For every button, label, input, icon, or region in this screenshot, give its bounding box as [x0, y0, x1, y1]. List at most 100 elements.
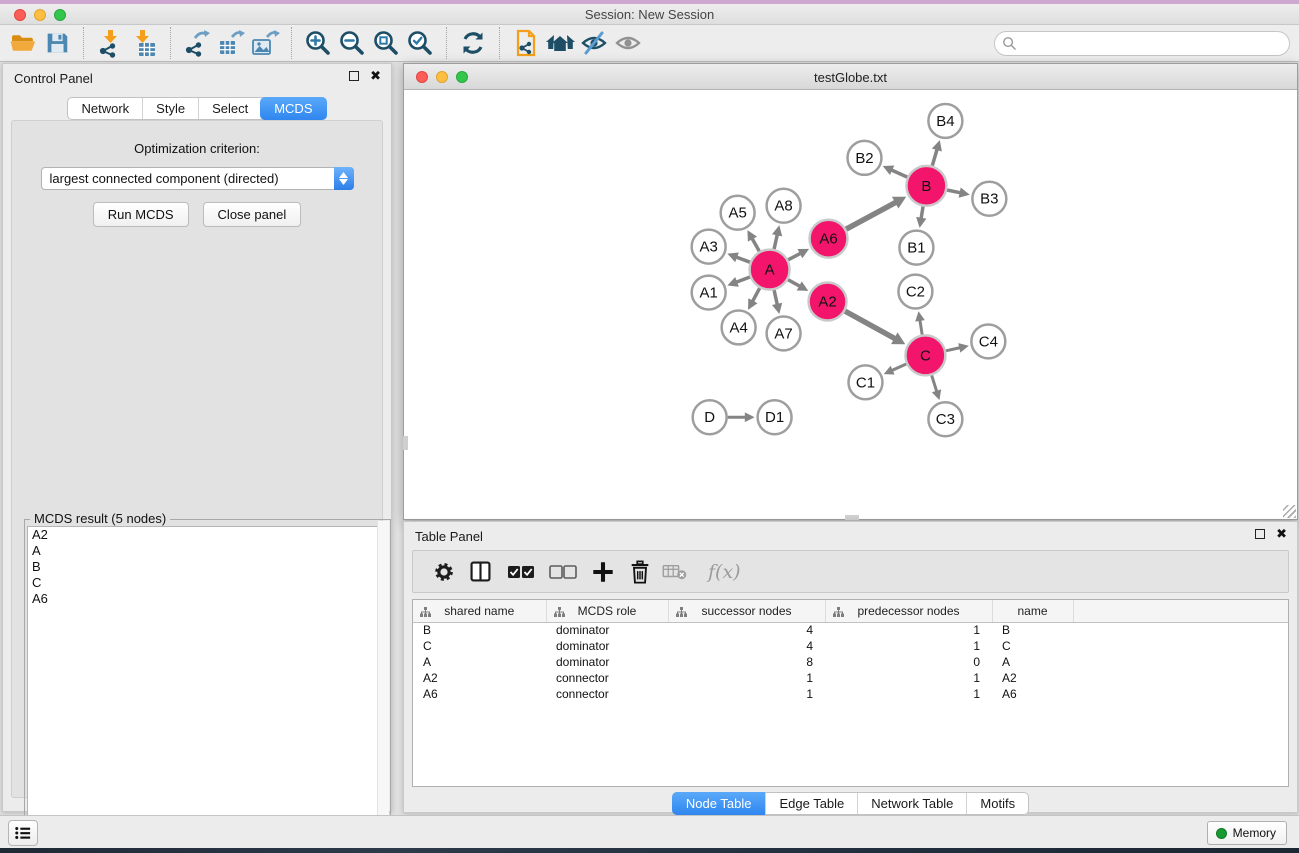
table-cell[interactable]: 4 [668, 622, 825, 638]
table-cell[interactable]: B [992, 622, 1073, 638]
close-panel-icon[interactable]: ✖ [1276, 529, 1287, 539]
zoom-out-icon[interactable] [335, 27, 369, 59]
tab-select[interactable]: Select [198, 98, 261, 119]
network-canvas[interactable]: B4B2BB3A8A5A6A3B1AA1C2A2A4A7C4CC1C3DD1 [405, 90, 1296, 518]
graph-edge[interactable] [946, 348, 960, 351]
graph-node-C[interactable]: C [905, 335, 945, 375]
table-row[interactable]: Bdominator41B [413, 622, 1288, 638]
mcds-result-item[interactable]: C [28, 575, 387, 591]
table-cell[interactable]: 1 [668, 686, 825, 702]
graph-node-A3[interactable]: A3 [692, 230, 726, 264]
graph-edge[interactable] [752, 288, 759, 302]
memory-button[interactable]: Memory [1207, 821, 1287, 845]
list-scrollbar[interactable] [377, 521, 389, 852]
run-mcds-button[interactable]: Run MCDS [93, 202, 189, 227]
graph-edge[interactable] [736, 257, 750, 262]
graph-edge[interactable] [932, 149, 937, 166]
table-cell[interactable]: dominator [546, 654, 668, 670]
table-cell[interactable]: 1 [825, 638, 992, 654]
close-panel-icon[interactable]: ✖ [370, 71, 381, 81]
graph-node-A5[interactable]: A5 [721, 196, 755, 230]
graph-node-A8[interactable]: A8 [767, 189, 801, 223]
criterion-select[interactable]: largest connected component (directed) [41, 167, 354, 190]
table-cell[interactable]: dominator [546, 622, 668, 638]
import-table-icon[interactable] [127, 27, 161, 59]
network-window-title-bar[interactable]: testGlobe.txt [404, 64, 1297, 90]
table-cell[interactable]: A [992, 654, 1073, 670]
mcds-result-item[interactable]: A2 [28, 527, 387, 543]
graph-node-C4[interactable]: C4 [971, 324, 1005, 358]
graph-edge[interactable] [788, 280, 800, 287]
table-options-gear-icon[interactable] [428, 556, 460, 588]
tab-node-table[interactable]: Node Table [672, 792, 766, 815]
graph-edge[interactable] [736, 277, 750, 282]
mcds-result-item[interactable]: A [28, 543, 387, 559]
graph-node-A7[interactable]: A7 [767, 316, 801, 350]
table-cell[interactable]: 8 [668, 654, 825, 670]
graph-edge[interactable] [752, 238, 759, 251]
graph-edge[interactable] [947, 190, 961, 193]
graph-node-A1[interactable]: A1 [692, 276, 726, 310]
search-input[interactable] [1017, 34, 1289, 54]
graph-edge[interactable] [774, 290, 777, 305]
graph-node-D1[interactable]: D1 [758, 400, 792, 434]
table-cell[interactable]: C [413, 638, 546, 654]
graph-node-B4[interactable]: B4 [928, 104, 962, 138]
select-all-rows-icon[interactable] [500, 556, 542, 588]
deselect-all-rows-icon[interactable] [542, 556, 584, 588]
table-row[interactable]: Adominator80A [413, 654, 1288, 670]
table-cell[interactable]: 1 [825, 670, 992, 686]
graph-edge[interactable] [921, 206, 923, 218]
table-cell[interactable]: A2 [413, 670, 546, 686]
first-neighbors-icon[interactable] [543, 27, 577, 59]
table-cell[interactable]: 4 [668, 638, 825, 654]
tab-mcds[interactable]: MCDS [260, 97, 326, 120]
zoom-fit-icon[interactable] [369, 27, 403, 59]
graph-edge[interactable] [892, 364, 907, 371]
graph-node-B2[interactable]: B2 [848, 141, 882, 175]
graph-edge[interactable] [920, 320, 922, 335]
tab-network-table[interactable]: Network Table [857, 793, 966, 814]
graph-edge[interactable] [774, 234, 777, 249]
save-session-icon[interactable] [40, 27, 74, 59]
table-cell[interactable]: A2 [992, 670, 1073, 686]
table-cell[interactable]: A [413, 654, 546, 670]
window-edge-handle[interactable] [403, 436, 408, 450]
show-task-history-button[interactable] [8, 820, 38, 846]
column-header-shared-name[interactable]: shared name [413, 600, 546, 622]
graph-edge[interactable] [788, 253, 801, 260]
graph-node-C1[interactable]: C1 [849, 365, 883, 399]
column-header-successor-nodes[interactable]: successor nodes [668, 600, 825, 622]
table-cell[interactable]: connector [546, 670, 668, 686]
table-cell[interactable]: A6 [992, 686, 1073, 702]
graph-node-B1[interactable]: B1 [899, 231, 933, 265]
graph-node-A2[interactable]: A2 [809, 283, 847, 321]
tab-style[interactable]: Style [142, 98, 198, 119]
export-table-icon[interactable] [214, 27, 248, 59]
show-all-icon[interactable] [611, 27, 645, 59]
show-column-panel-icon[interactable] [460, 556, 500, 588]
graph-node-C2[interactable]: C2 [898, 275, 932, 309]
column-header-mcds-role[interactable]: MCDS role [546, 600, 668, 622]
window-edge-handle[interactable] [845, 515, 859, 520]
create-new-column-icon[interactable] [584, 556, 622, 588]
hide-selected-icon[interactable] [577, 27, 611, 59]
graph-node-A6[interactable]: A6 [810, 220, 848, 258]
close-panel-button[interactable]: Close panel [203, 202, 302, 227]
graph-node-C3[interactable]: C3 [928, 402, 962, 436]
zoom-selected-icon[interactable] [403, 27, 437, 59]
tab-network[interactable]: Network [68, 98, 142, 119]
export-image-icon[interactable] [248, 27, 282, 59]
zoom-in-icon[interactable] [301, 27, 335, 59]
delete-columns-trash-icon[interactable] [622, 556, 658, 588]
open-session-icon[interactable] [6, 27, 40, 59]
table-cell[interactable]: 0 [825, 654, 992, 670]
table-cell[interactable]: 1 [825, 686, 992, 702]
table-cell[interactable]: C [992, 638, 1073, 654]
table-cell[interactable]: 1 [825, 622, 992, 638]
graph-edge[interactable] [891, 170, 907, 177]
column-header-name[interactable]: name [992, 600, 1073, 622]
table-row[interactable]: A6connector11A6 [413, 686, 1288, 702]
search-box[interactable] [994, 31, 1290, 56]
graph-node-A[interactable]: A [750, 250, 790, 290]
